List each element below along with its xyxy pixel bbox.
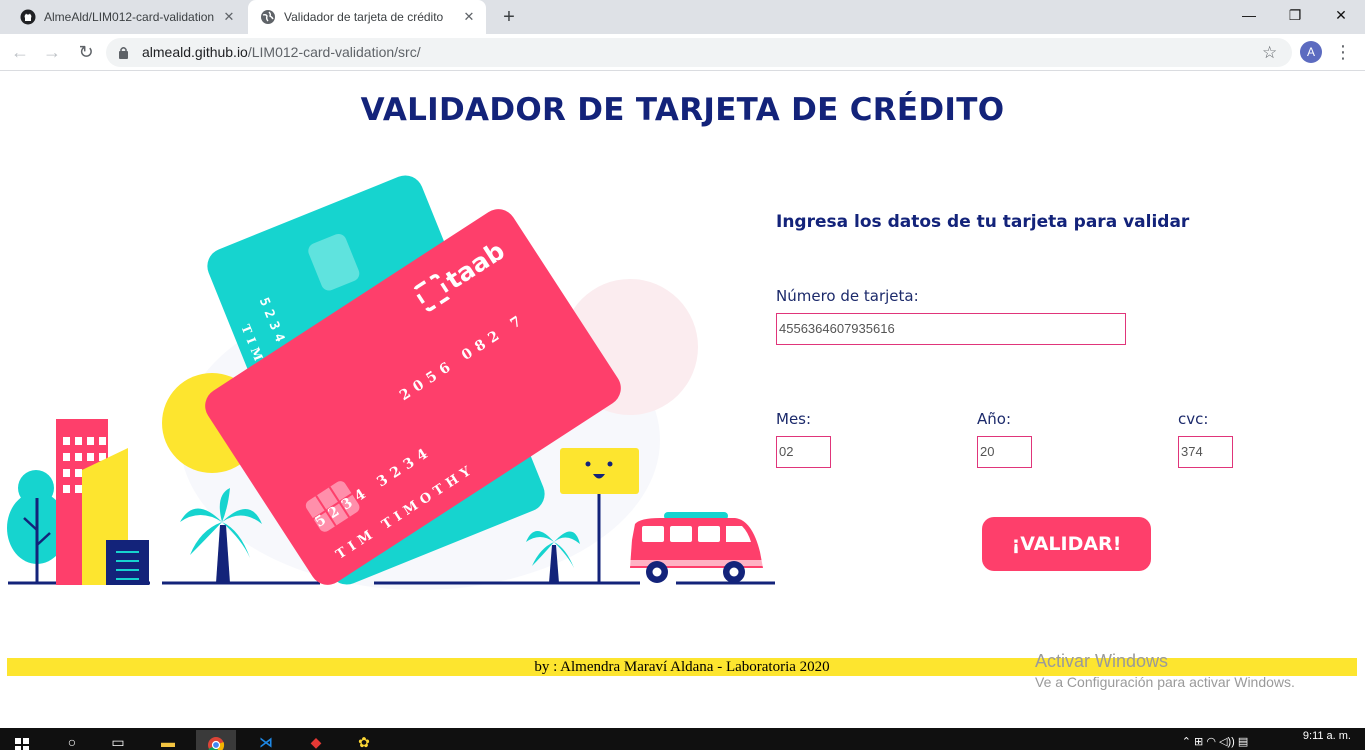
card-illustration: 5234 TIM TIM taab 2056 082 7 5234 3234 T… <box>7 175 775 590</box>
close-tab-icon[interactable]: ✕ <box>222 10 236 24</box>
month-label: Mes: <box>776 410 812 428</box>
tab-validador[interactable]: Validador de tarjeta de crédito ✕ <box>248 0 486 34</box>
cvc-input[interactable]: 374 <box>1178 436 1233 468</box>
building-icon <box>56 419 149 585</box>
forward-arrow-icon[interactable]: → <box>40 40 64 64</box>
validate-button[interactable]: ¡VALIDAR! <box>982 517 1151 571</box>
watermark-subtitle: Ve a Configuración para activar Windows. <box>1035 674 1295 690</box>
taskbar-clock[interactable]: 9:11 a. m. <box>1303 730 1351 742</box>
new-tab-button[interactable]: + <box>498 6 520 28</box>
close-window-button[interactable]: ✕ <box>1318 0 1364 30</box>
profile-avatar[interactable]: A <box>1300 41 1322 63</box>
reload-icon[interactable]: ↻ <box>74 40 98 64</box>
activate-windows-watermark: Activar Windows Ve a Configuración para … <box>1035 651 1295 690</box>
bookmark-star-icon[interactable]: ☆ <box>1262 43 1277 63</box>
gitkraken-icon[interactable]: ◆ <box>296 730 336 750</box>
browser-toolbar: ← → ↻ almeald.github.io/LIM012-card-vali… <box>0 34 1365 71</box>
tab-github[interactable]: AlmeAld/LIM012-card-validation ✕ <box>8 0 246 34</box>
search-icon[interactable]: ○ <box>52 730 92 750</box>
year-input[interactable]: 20 <box>977 436 1032 468</box>
windows-taskbar: ○ ▭ ▬ ⋊ ◆ ✿ ⌃ ⊞ ◠ ◁)) ▤ 9:11 a. m. <box>0 728 1365 750</box>
year-label: Año: <box>977 410 1011 428</box>
system-tray-icons[interactable]: ⌃ ⊞ ◠ ◁)) ▤ <box>1160 730 1270 750</box>
paint-icon[interactable]: ✿ <box>344 730 384 750</box>
van-icon <box>628 512 764 583</box>
minimize-button[interactable]: — <box>1226 0 1272 30</box>
browser-tab-bar: AlmeAld/LIM012-card-validation ✕ Validad… <box>0 0 1365 34</box>
tab-title: AlmeAld/LIM012-card-validation <box>44 10 215 24</box>
watermark-title: Activar Windows <box>1035 651 1169 671</box>
restore-button[interactable]: ❐ <box>1272 0 1318 30</box>
vscode-icon[interactable]: ⋊ <box>246 730 286 750</box>
form-heading: Ingresa los datos de tu tarjeta para val… <box>776 212 1190 232</box>
menu-dots-icon[interactable]: ⋮ <box>1334 38 1352 66</box>
tab-title: Validador de tarjeta de crédito <box>284 10 444 24</box>
address-bar[interactable]: almeald.github.io/LIM012-card-validation… <box>106 38 1292 67</box>
card-number-input[interactable]: 4556364607935616 <box>776 313 1126 345</box>
chrome-icon[interactable] <box>196 730 236 750</box>
back-arrow-icon[interactable]: ← <box>8 40 32 64</box>
month-input[interactable]: 02 <box>776 436 831 468</box>
globe-icon <box>260 9 276 25</box>
lock-icon <box>118 46 129 64</box>
file-explorer-icon[interactable]: ▬ <box>148 730 188 750</box>
cvc-label: cvc: <box>1178 410 1209 428</box>
close-tab-icon[interactable]: ✕ <box>462 10 476 24</box>
page-title: VALIDADOR DE TARJETA DE CRÉDITO <box>360 92 1005 128</box>
task-view-icon[interactable]: ▭ <box>98 730 138 750</box>
windows-start-icon[interactable] <box>2 730 42 750</box>
card-number-label: Número de tarjeta: <box>776 287 919 305</box>
github-icon <box>20 9 36 25</box>
url-text: almeald.github.io/LIM012-card-validation… <box>142 44 421 60</box>
